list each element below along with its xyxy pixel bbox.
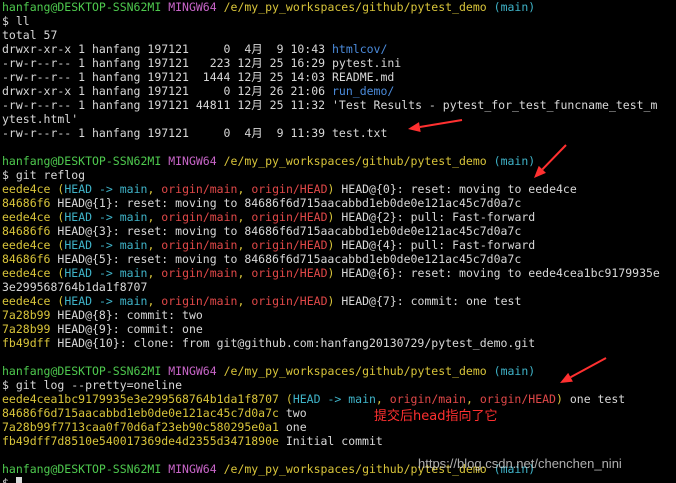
terminal-window[interactable]: hanfang@DESKTOP-SSN62MI MINGW64 /e/my_py… <box>0 0 676 483</box>
arrow-to-head-ref <box>560 357 607 383</box>
